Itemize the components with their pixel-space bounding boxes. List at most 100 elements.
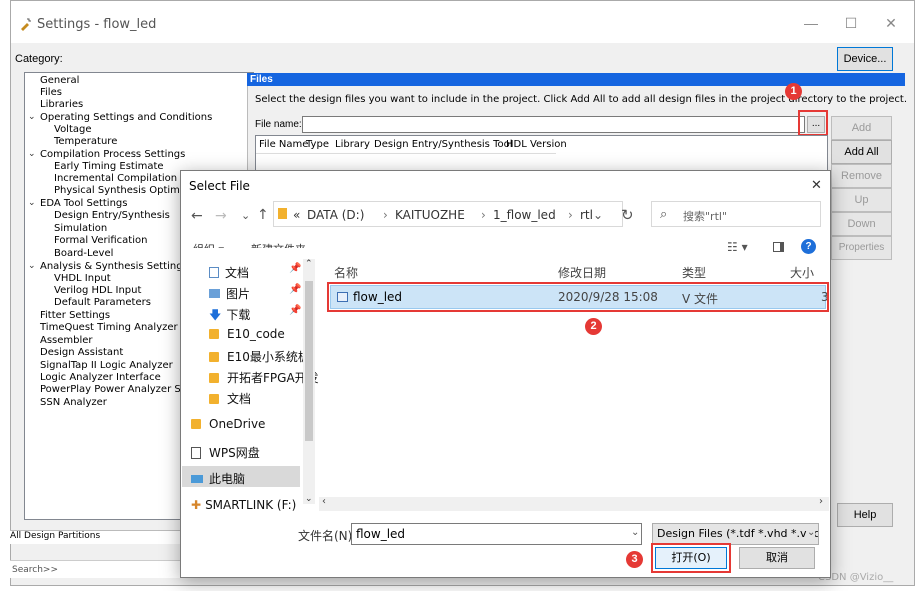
down-button[interactable]: Down bbox=[831, 212, 892, 236]
nav-item-docs-folder[interactable]: 文档 bbox=[209, 390, 251, 407]
tree-item-general[interactable]: General bbox=[40, 75, 79, 86]
column-size[interactable]: 大小 bbox=[790, 264, 814, 281]
help-icon[interactable]: ? bbox=[801, 239, 816, 254]
filename-input[interactable]: flow_led bbox=[351, 523, 642, 545]
tree-item-fitter[interactable]: Fitter Settings bbox=[40, 310, 110, 321]
column-type[interactable]: 类型 bbox=[682, 264, 706, 281]
breadcrumb-data[interactable]: DATA (D:) bbox=[307, 208, 364, 222]
dialog-title: Select File bbox=[189, 179, 250, 193]
add-all-button[interactable]: Add All bbox=[831, 140, 892, 164]
forward-icon[interactable]: → bbox=[215, 208, 227, 224]
tree-item-logic-analyzer[interactable]: Logic Analyzer Interface bbox=[40, 372, 161, 383]
dialog-close-icon[interactable]: ✕ bbox=[811, 178, 822, 193]
nav-item-smartlink[interactable]: ✚ SMARTLINK (F:) bbox=[191, 498, 296, 512]
filename-label: 文件名(N): bbox=[298, 529, 357, 543]
column-design-entry[interactable]: Design Entry/Synthesis Tool bbox=[374, 139, 513, 150]
column-file-name[interactable]: File Name bbox=[259, 139, 308, 150]
tree-item-vhdl[interactable]: VHDL Input bbox=[54, 273, 111, 284]
tree-item-design-assistant[interactable]: Design Assistant bbox=[40, 347, 123, 358]
nav-item-e10-code[interactable]: E10_code bbox=[209, 327, 285, 341]
tree-item-incremental[interactable]: Incremental Compilation bbox=[54, 173, 177, 184]
nav-item-this-pc[interactable]: 此电脑 bbox=[191, 470, 245, 487]
title-bar: Settings - flow_led — ☐ ✕ bbox=[11, 1, 914, 43]
search-link[interactable]: Search>> bbox=[10, 560, 180, 578]
tree-item-files[interactable]: Files bbox=[40, 87, 62, 98]
window-title: Settings - flow_led bbox=[37, 17, 157, 32]
column-hdl-version[interactable]: HDL Version bbox=[506, 139, 567, 150]
cancel-button[interactable]: 取消 bbox=[739, 547, 815, 569]
breadcrumb-kaituozhe[interactable]: KAITUOZHE bbox=[395, 208, 465, 222]
tree-item-signaltap[interactable]: SignalTap II Logic Analyzer bbox=[40, 360, 173, 371]
recent-dropdown-icon[interactable]: ⌄ bbox=[241, 209, 250, 222]
refresh-icon[interactable]: ↻ bbox=[621, 206, 634, 224]
add-button[interactable]: Add bbox=[831, 116, 892, 140]
scroll-right-icon[interactable]: › bbox=[819, 496, 823, 507]
expand-icon[interactable]: ⌄ bbox=[28, 197, 36, 208]
tree-item-libraries[interactable]: Libraries bbox=[40, 99, 83, 110]
maximize-icon[interactable]: ☐ bbox=[841, 13, 861, 33]
file-name-input[interactable] bbox=[302, 116, 805, 133]
pin-icon[interactable]: 📌 bbox=[289, 305, 301, 316]
tree-item-assembler[interactable]: Assembler bbox=[40, 335, 93, 346]
filter-dropdown-icon[interactable]: ⌄ bbox=[807, 527, 816, 538]
pin-icon[interactable]: 📌 bbox=[289, 284, 301, 295]
tree-item-simulation[interactable]: Simulation bbox=[54, 223, 107, 234]
nav-label: 文档 bbox=[227, 392, 252, 406]
tree-item-early-timing[interactable]: Early Timing Estimate bbox=[54, 161, 164, 172]
column-date[interactable]: 修改日期 bbox=[558, 264, 606, 281]
up-icon[interactable]: ↑ bbox=[257, 207, 269, 223]
horizontal-scrollbar[interactable] bbox=[319, 497, 829, 511]
expand-icon[interactable]: ⌄ bbox=[28, 111, 36, 122]
tree-item-eda[interactable]: EDA Tool Settings bbox=[40, 198, 127, 209]
help-button[interactable]: Help bbox=[837, 503, 893, 527]
tree-item-compilation[interactable]: Compilation Process Settings bbox=[40, 149, 185, 160]
highlight-box-2 bbox=[327, 282, 829, 312]
column-type[interactable]: Type bbox=[306, 139, 329, 150]
preview-pane-icon[interactable] bbox=[773, 242, 784, 252]
remove-button[interactable]: Remove bbox=[831, 164, 892, 188]
search-input[interactable] bbox=[651, 201, 821, 227]
up-button[interactable]: Up bbox=[831, 188, 892, 212]
back-icon[interactable]: ← bbox=[191, 208, 203, 224]
nav-item-documents[interactable]: 文档 bbox=[209, 264, 249, 281]
device-button[interactable]: Device... bbox=[837, 47, 893, 71]
properties-button[interactable]: Properties bbox=[831, 236, 892, 260]
tree-item-analysis[interactable]: Analysis & Synthesis Settings bbox=[40, 261, 188, 272]
tree-item-formal[interactable]: Formal Verification bbox=[54, 235, 147, 246]
scroll-left-icon[interactable]: ‹ bbox=[322, 496, 326, 507]
tree-item-voltage[interactable]: Voltage bbox=[54, 124, 92, 135]
folder-icon bbox=[209, 373, 219, 383]
nav-item-wps[interactable]: WPS网盘 bbox=[191, 444, 260, 461]
scroll-down-icon[interactable]: ⌄ bbox=[305, 494, 313, 504]
tree-item-temperature[interactable]: Temperature bbox=[54, 136, 117, 147]
tree-item-operating[interactable]: Operating Settings and Conditions bbox=[40, 112, 212, 123]
filename-dropdown-icon[interactable]: ⌄ bbox=[631, 527, 639, 538]
partitions-label: All Design Partitions bbox=[10, 530, 180, 544]
expand-icon[interactable]: ⌄ bbox=[28, 148, 36, 159]
tree-item-timequest[interactable]: TimeQuest Timing Analyzer bbox=[40, 322, 178, 333]
scroll-up-icon[interactable]: ⌃ bbox=[305, 259, 313, 269]
pin-icon[interactable]: 📌 bbox=[289, 263, 301, 274]
view-options-icon[interactable]: ☷ ▾ bbox=[727, 240, 748, 254]
nav-item-pictures[interactable]: 图片 bbox=[209, 285, 250, 302]
minimize-icon[interactable]: — bbox=[801, 13, 821, 33]
file-type-filter[interactable]: Design Files (*.tdf *.vhd *.vhc bbox=[652, 523, 819, 545]
breadcrumb-flow-led[interactable]: 1_flow_led bbox=[493, 208, 556, 222]
path-dropdown-icon[interactable]: ⌄ bbox=[593, 208, 603, 222]
tree-item-design-entry[interactable]: Design Entry/Synthesis bbox=[54, 210, 170, 221]
column-library[interactable]: Library bbox=[335, 139, 370, 150]
highlight-box-1 bbox=[798, 110, 828, 136]
tree-item-ssn[interactable]: SSN Analyzer bbox=[40, 397, 107, 408]
column-name[interactable]: 名称 bbox=[334, 264, 358, 281]
tree-item-board[interactable]: Board-Level bbox=[54, 248, 113, 259]
close-icon[interactable]: ✕ bbox=[881, 13, 901, 33]
tree-item-verilog[interactable]: Verilog HDL Input bbox=[54, 285, 141, 296]
expand-icon[interactable]: ⌄ bbox=[28, 260, 36, 271]
tree-item-default-params[interactable]: Default Parameters bbox=[54, 297, 151, 308]
nav-item-e10-board[interactable]: E10最小系统板 bbox=[209, 348, 310, 365]
nav-item-downloads[interactable]: 🡇 下载 bbox=[209, 306, 250, 327]
nav-item-onedrive[interactable]: OneDrive bbox=[191, 417, 265, 431]
breadcrumb-rtl[interactable]: rtl bbox=[580, 208, 593, 222]
nav-scrollbar-thumb[interactable] bbox=[305, 281, 313, 441]
breadcrumb-overflow[interactable]: « bbox=[293, 208, 300, 222]
